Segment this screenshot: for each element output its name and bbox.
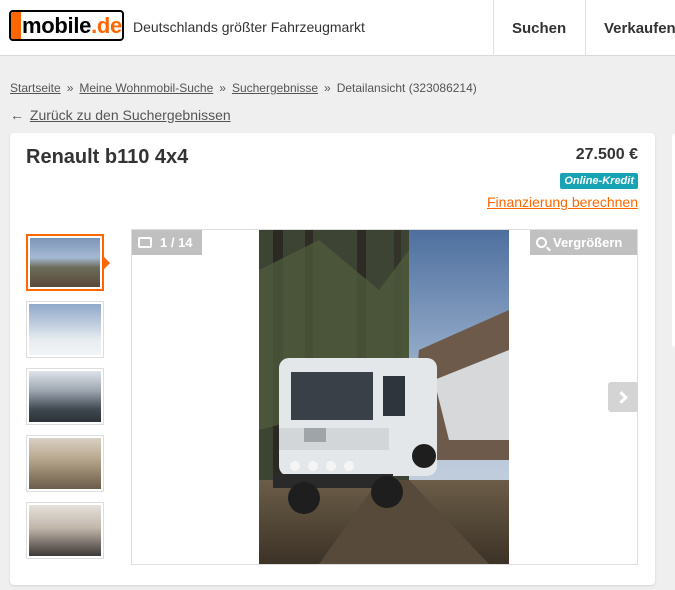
listing-title: Renault b110 4x4	[26, 146, 189, 168]
nav-search[interactable]: Suchen	[493, 0, 585, 56]
breadcrumb-wohnmobil-suche[interactable]: Meine Wohnmobil-Suche	[79, 81, 213, 95]
chevron-right-icon	[614, 390, 628, 404]
thumbnail-image	[29, 371, 101, 422]
breadcrumb-suchergebnisse[interactable]: Suchergebnisse	[232, 81, 318, 95]
vehicle-photo-drawing	[259, 230, 509, 564]
site-header: mobile.de Deutschlands größter Fahrzeugm…	[0, 0, 675, 56]
thumbnail-image	[29, 304, 101, 355]
image-counter-label: 1 / 14	[160, 235, 193, 250]
next-image-button[interactable]	[608, 382, 638, 412]
nav-sell[interactable]: Verkaufen	[585, 0, 675, 56]
thumbnail-image	[29, 505, 101, 556]
magnifier-icon	[536, 237, 547, 248]
main-image-viewer[interactable]: 1 / 14 Vergrößern	[131, 229, 638, 565]
logo-orange-bar	[11, 12, 21, 39]
listing-price: 27.500 €	[575, 146, 638, 163]
thumbnail-2[interactable]	[26, 301, 104, 358]
mobile-de-logo[interactable]: mobile.de	[9, 10, 124, 41]
thumbnail-image	[30, 238, 100, 287]
thumbnail-5[interactable]	[26, 502, 104, 559]
breadcrumb: Startseite» Meine Wohnmobil-Suche» Sucherg…	[10, 81, 477, 95]
active-thumbnail-pointer-icon	[104, 257, 110, 269]
thumbnail-image	[29, 438, 101, 489]
back-link-label: Zurück zu den Suchergebnissen	[29, 107, 231, 123]
site-tagline: Deutschlands größter Fahrzeugmarkt	[133, 19, 365, 35]
main-vehicle-photo[interactable]	[259, 230, 509, 564]
image-counter: 1 / 14	[132, 230, 202, 255]
zoom-label: Vergrößern	[553, 235, 623, 250]
thumbnail-3[interactable]	[26, 368, 104, 425]
breadcrumb-current: Detailansicht (323086214)	[336, 81, 477, 95]
online-credit-badge[interactable]: Online-Kredit	[560, 173, 638, 189]
thumbnail-4[interactable]	[26, 435, 104, 492]
image-icon	[138, 237, 152, 248]
listing-card: Renault b110 4x4 27.500 € Online-Kredit …	[10, 133, 655, 585]
logo-text: mobile.de	[22, 12, 122, 38]
back-to-results-link[interactable]: ← Zurück zu den Suchergebnissen	[10, 107, 231, 123]
arrow-left-icon: ←	[10, 107, 24, 123]
thumbnail-1[interactable]	[26, 234, 104, 291]
breadcrumb-startseite[interactable]: Startseite	[10, 81, 61, 95]
zoom-button[interactable]: Vergrößern	[530, 230, 637, 255]
financing-link[interactable]: Finanzierung berechnen	[487, 194, 638, 210]
